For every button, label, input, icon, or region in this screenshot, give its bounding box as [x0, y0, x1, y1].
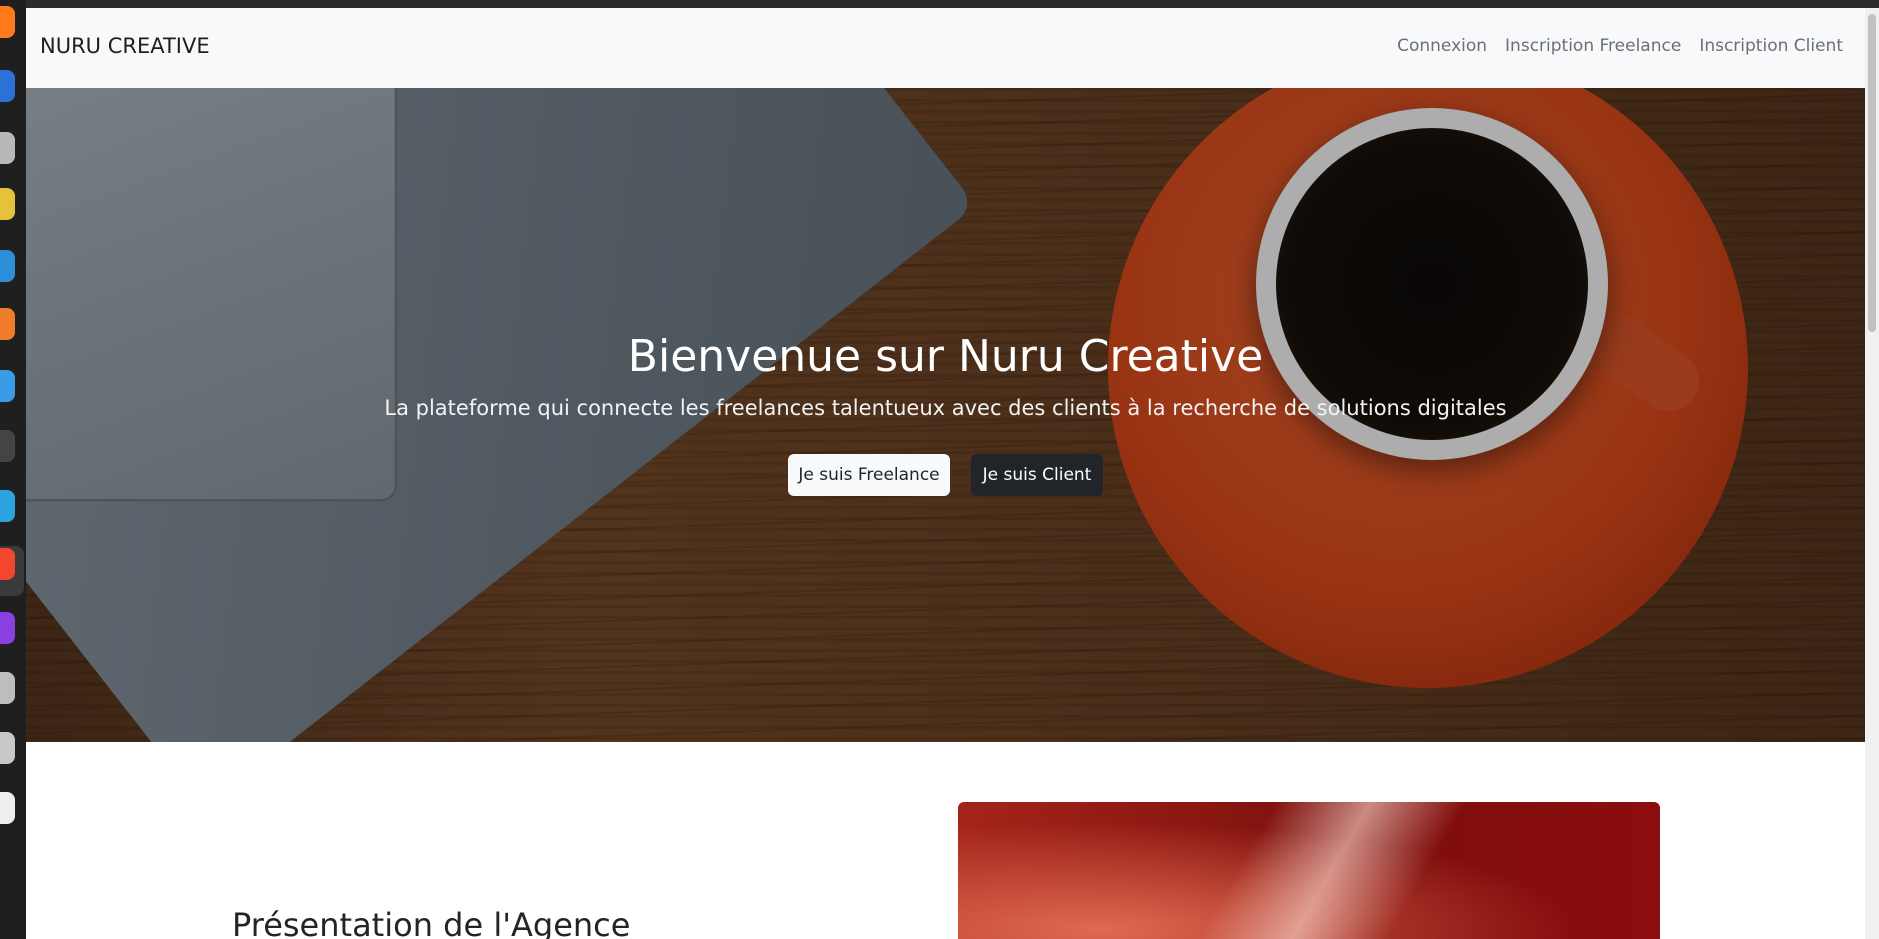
brave-icon[interactable] — [0, 548, 15, 580]
usb-icon[interactable] — [0, 732, 15, 764]
presentation-image — [958, 802, 1660, 939]
navbar: NURU CREATIVE Connexion Inscription Free… — [26, 8, 1865, 88]
nav-link-connexion[interactable]: Connexion — [1397, 36, 1487, 56]
nav-link-inscription-client[interactable]: Inscription Client — [1699, 36, 1843, 56]
nav-link-inscription-freelance[interactable]: Inscription Freelance — [1505, 36, 1681, 56]
thunderbird-icon[interactable] — [0, 70, 15, 102]
rhythmbox-icon[interactable] — [0, 188, 15, 220]
trash-icon[interactable] — [0, 672, 15, 704]
hero-title: Bienvenue sur Nuru Creative — [627, 331, 1264, 382]
software-icon[interactable] — [0, 308, 15, 340]
freelance-button[interactable]: Je suis Freelance — [788, 454, 950, 496]
hero-section: Bienvenue sur Nuru Creative La plateform… — [26, 88, 1865, 742]
client-button[interactable]: Je suis Client — [971, 454, 1103, 496]
files-icon[interactable] — [0, 132, 15, 164]
navbar-brand[interactable]: NURU CREATIVE — [40, 34, 210, 58]
browser-viewport: NURU CREATIVE Connexion Inscription Free… — [26, 8, 1865, 939]
telegram-icon[interactable] — [0, 490, 15, 522]
writer-icon[interactable] — [0, 250, 15, 282]
presentation-title: Présentation de l'Agence — [232, 906, 631, 939]
application-dock — [0, 0, 26, 939]
app-icon[interactable] — [0, 612, 15, 644]
terminal-icon[interactable] — [0, 430, 15, 462]
apps-grid-icon[interactable] — [0, 792, 15, 824]
firefox-icon[interactable] — [0, 6, 15, 38]
system-top-bar — [0, 0, 1879, 8]
scrollbar-thumb[interactable] — [1868, 14, 1876, 332]
navbar-links: Connexion Inscription Freelance Inscript… — [1397, 36, 1843, 56]
hero-subtitle: La plateforme qui connecte les freelance… — [384, 396, 1507, 420]
help-icon[interactable] — [0, 370, 15, 402]
